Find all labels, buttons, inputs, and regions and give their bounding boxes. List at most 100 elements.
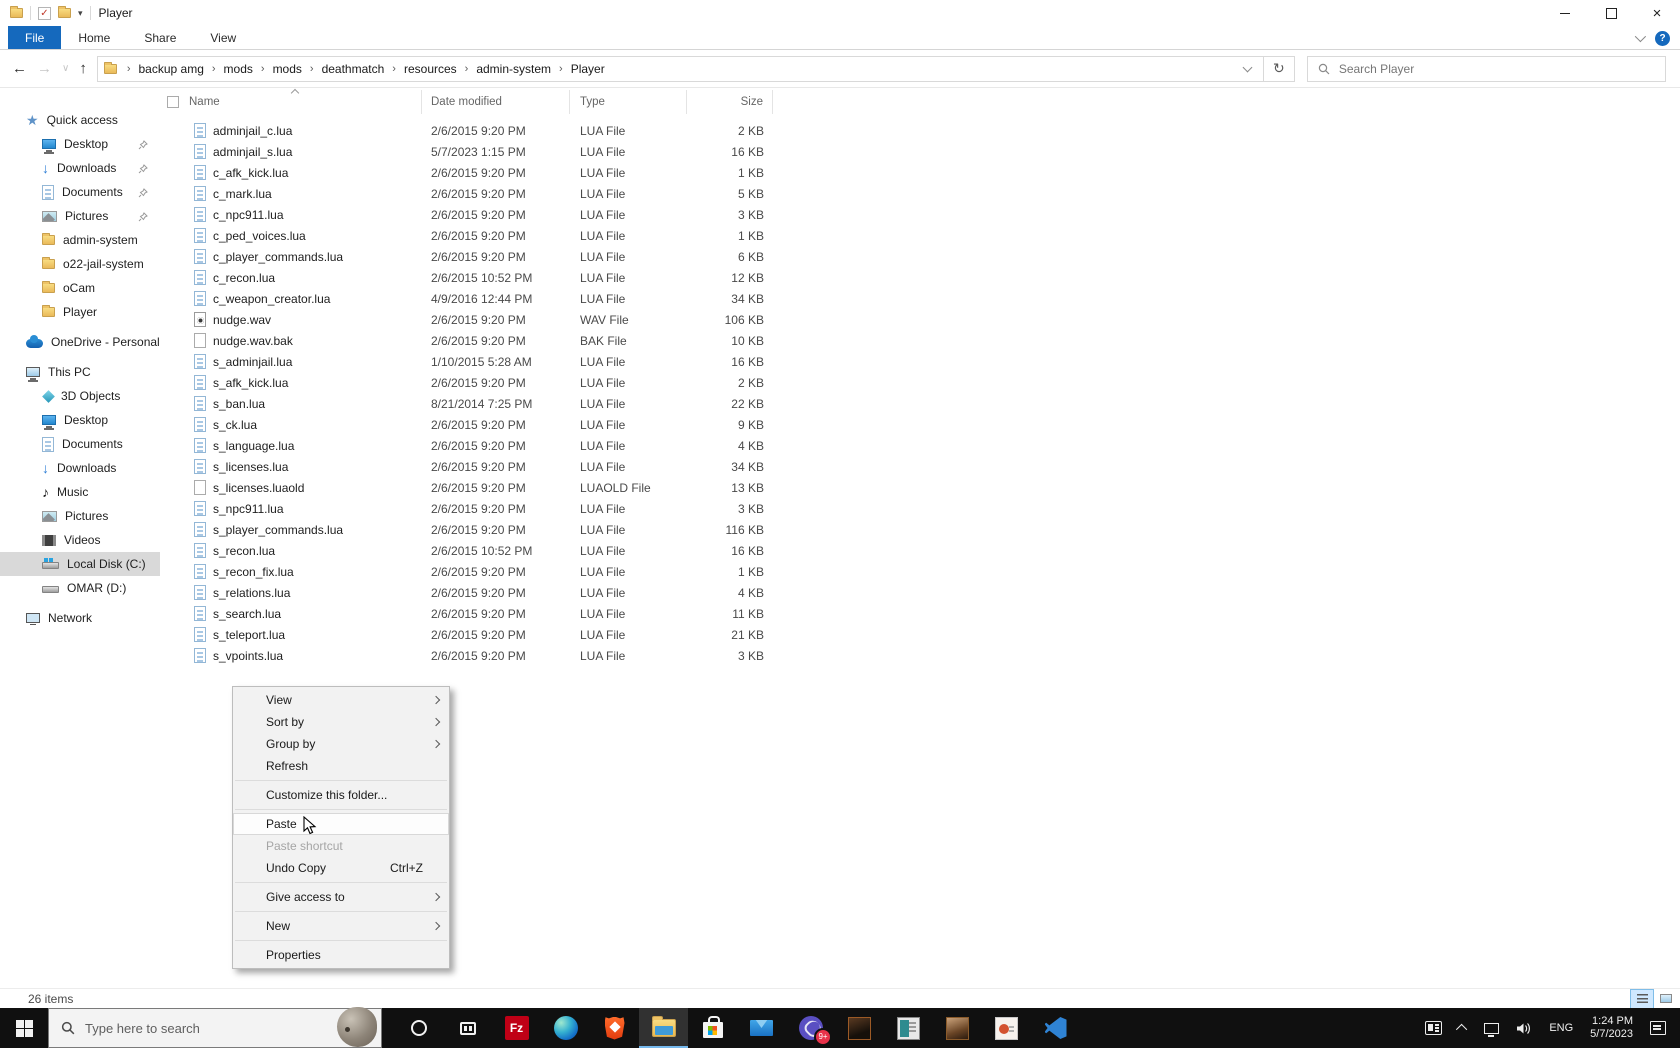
sidebar-item-downloads[interactable]: ↓ Downloads [0,456,160,480]
app-powerpoint-taskbar-button[interactable] [982,1008,1031,1048]
tab-home[interactable]: Home [61,26,127,49]
file-row[interactable]: adminjail_s.lua 5/7/2023 1:15 PM LUA File 1… [160,141,1680,162]
file-row[interactable]: s_recon.lua 2/6/2015 10:52 PM LUA File 16 K… [160,540,1680,561]
file-row[interactable]: nudge.wav 2/6/2015 9:20 PM WAV File 106 KB [160,309,1680,330]
app-teal-window-taskbar-button[interactable] [884,1008,933,1048]
sidebar-item-desktop[interactable]: Desktop [0,408,160,432]
file-row[interactable]: s_language.lua 2/6/2015 9:20 PM LUA File 4 … [160,435,1680,456]
action-center-icon[interactable] [1650,1021,1666,1035]
large-icons-view-button[interactable] [1654,989,1678,1009]
file-row[interactable]: s_licenses.luaold 2/6/2015 9:20 PM LUAOLD … [160,477,1680,498]
minimize-button[interactable] [1542,0,1588,26]
menu-item-view[interactable]: View [233,689,449,711]
microsoft-store-taskbar-button[interactable] [688,1008,737,1048]
sidebar-item-3d-objects[interactable]: 3D Objects [0,384,160,408]
app-photo-taskbar-button[interactable] [933,1008,982,1048]
search-highlight-image[interactable] [337,1007,377,1047]
column-header-type[interactable]: Type [570,90,687,114]
file-row[interactable]: c_npc911.lua 2/6/2015 9:20 PM LUA File 3 KB [160,204,1680,225]
sidebar-item-downloads[interactable]: ↓ Downloads [0,156,160,180]
address-dropdown-chevron-icon[interactable] [1242,62,1253,72]
sidebar-item-desktop[interactable]: Desktop [0,132,160,156]
file-row[interactable]: s_npc911.lua 2/6/2015 9:20 PM LUA File 3 KB [160,498,1680,519]
address-bar[interactable]: › backup amg › mods › mods › deathmatch › resourc… [96,55,1295,82]
sidebar-item-pictures[interactable]: Pictures [0,204,160,228]
sidebar-item-player[interactable]: Player [0,300,160,324]
file-row[interactable]: s_adminjail.lua 1/10/2015 5:28 AM LUA File… [160,351,1680,372]
menu-item-new[interactable]: New [233,915,449,937]
breadcrumb-item[interactable]: admin-system [476,62,551,76]
file-row[interactable]: s_player_commands.lua 2/6/2015 9:20 PM LUA… [160,519,1680,540]
maximize-button[interactable] [1588,0,1634,26]
breadcrumb-item[interactable]: resources [404,62,457,76]
sidebar-section-onedrive-personal[interactable]: OneDrive - Personal [0,330,160,354]
sidebar-section-network[interactable]: Network [0,606,160,630]
new-folder-icon[interactable] [58,6,71,18]
file-row[interactable]: s_search.lua 2/6/2015 9:20 PM LUA File 11 K… [160,603,1680,624]
sidebar-section-quick-access[interactable]: ★ Quick access [0,108,160,132]
menu-item-properties[interactable]: Properties [233,944,449,966]
file-row[interactable]: s_teleport.lua 2/6/2015 9:20 PM LUA File 21… [160,624,1680,645]
hidden-icons-chevron-icon[interactable] [1456,1023,1468,1036]
sidebar-item-pictures[interactable]: Pictures [0,504,160,528]
network-icon[interactable] [1484,1022,1500,1037]
task-view-taskbar-button[interactable] [443,1008,492,1048]
column-header-date-modified[interactable]: Date modified [422,90,570,114]
sidebar-item-omar-d-[interactable]: OMAR (D:) [0,576,160,600]
breadcrumb-item[interactable]: Player [571,62,605,76]
column-header-size[interactable]: Size [687,90,773,114]
help-icon[interactable]: ? [1655,30,1670,46]
mail-taskbar-button[interactable] [737,1008,786,1048]
app-photo-dark-taskbar-button[interactable] [835,1008,884,1048]
sidebar-item-ocam[interactable]: oCam [0,276,160,300]
tab-file[interactable]: File [8,26,62,49]
filezilla-taskbar-button[interactable]: Fz [492,1008,541,1048]
file-row[interactable]: s_afk_kick.lua 2/6/2015 9:20 PM LUA File 2 … [160,372,1680,393]
sidebar-item-o22-jail-system[interactable]: o22-jail-system [0,252,160,276]
forward-button[interactable]: → [37,60,52,77]
properties-check-icon[interactable]: ✓ [38,6,51,20]
breadcrumb-item[interactable]: mods [224,62,253,76]
close-button[interactable]: × [1634,0,1680,26]
vscode-taskbar-button[interactable] [1031,1008,1080,1048]
file-row[interactable]: nudge.wav.bak 2/6/2015 9:20 PM BAK File 10 … [160,330,1680,351]
clock[interactable]: 1:24 PM 5/7/2023 [1590,1015,1633,1041]
file-row[interactable]: s_licenses.lua 2/6/2015 9:20 PM LUA File 34… [160,456,1680,477]
sidebar-item-local-disk-c-[interactable]: Local Disk (C:) [0,552,160,576]
search-input[interactable]: Search Player [1306,55,1666,82]
file-row[interactable]: c_weapon_creator.lua 4/9/2016 12:44 PM LUA… [160,288,1680,309]
file-row[interactable]: s_vpoints.lua 2/6/2015 9:20 PM LUA File 3 K… [160,645,1680,666]
file-row[interactable]: s_relations.lua 2/6/2015 9:20 PM LUA File 4… [160,582,1680,603]
menu-item-undo-copy[interactable]: Undo Copy Ctrl+Z [233,857,449,879]
back-button[interactable]: ← [12,60,27,77]
file-row[interactable]: c_afk_kick.lua 2/6/2015 9:20 PM LUA File 1 … [160,162,1680,183]
brave-taskbar-button[interactable] [590,1008,639,1048]
menu-item-sort-by[interactable]: Sort by [233,711,449,733]
breadcrumb-item[interactable]: backup amg [139,62,204,76]
file-row[interactable]: s_ck.lua 2/6/2015 9:20 PM LUA File 9 KB [160,414,1680,435]
details-view-button[interactable] [1630,988,1654,1009]
volume-icon[interactable] [1516,1022,1532,1035]
sidebar-item-documents[interactable]: Documents [0,180,160,204]
xbox-taskbar-button[interactable]: 9+ [786,1008,835,1048]
file-row[interactable]: c_player_commands.lua 2/6/2015 9:20 PM LUA… [160,246,1680,267]
sidebar-item-videos[interactable]: Videos [0,528,160,552]
sidebar-item-music[interactable]: ♪ Music [0,480,160,504]
menu-item-give-access-to[interactable]: Give access to [233,886,449,908]
news-widget-icon[interactable] [1425,1021,1443,1035]
refresh-icon[interactable]: ↻ [1264,60,1294,77]
file-row[interactable]: c_recon.lua 2/6/2015 10:52 PM LUA File 12 K… [160,267,1680,288]
file-row[interactable]: adminjail_c.lua 2/6/2015 9:20 PM LUA File 2… [160,120,1680,141]
cortana-taskbar-button[interactable] [394,1008,443,1048]
breadcrumb-item[interactable]: mods [273,62,302,76]
file-explorer-taskbar-button[interactable] [639,1008,688,1048]
file-row[interactable]: s_recon_fix.lua 2/6/2015 9:20 PM LUA File 1… [160,561,1680,582]
edge-taskbar-button[interactable] [541,1008,590,1048]
column-header-name[interactable]: Name [160,88,422,114]
sidebar-item-admin-system[interactable]: admin-system [0,228,160,252]
select-all-checkbox[interactable] [167,96,179,108]
language-indicator[interactable]: ENG [1549,1022,1573,1034]
file-row[interactable]: c_ped_voices.lua 2/6/2015 9:20 PM LUA File… [160,225,1680,246]
file-row[interactable]: c_mark.lua 2/6/2015 9:20 PM LUA File 5 KB [160,183,1680,204]
sidebar-item-documents[interactable]: Documents [0,432,160,456]
